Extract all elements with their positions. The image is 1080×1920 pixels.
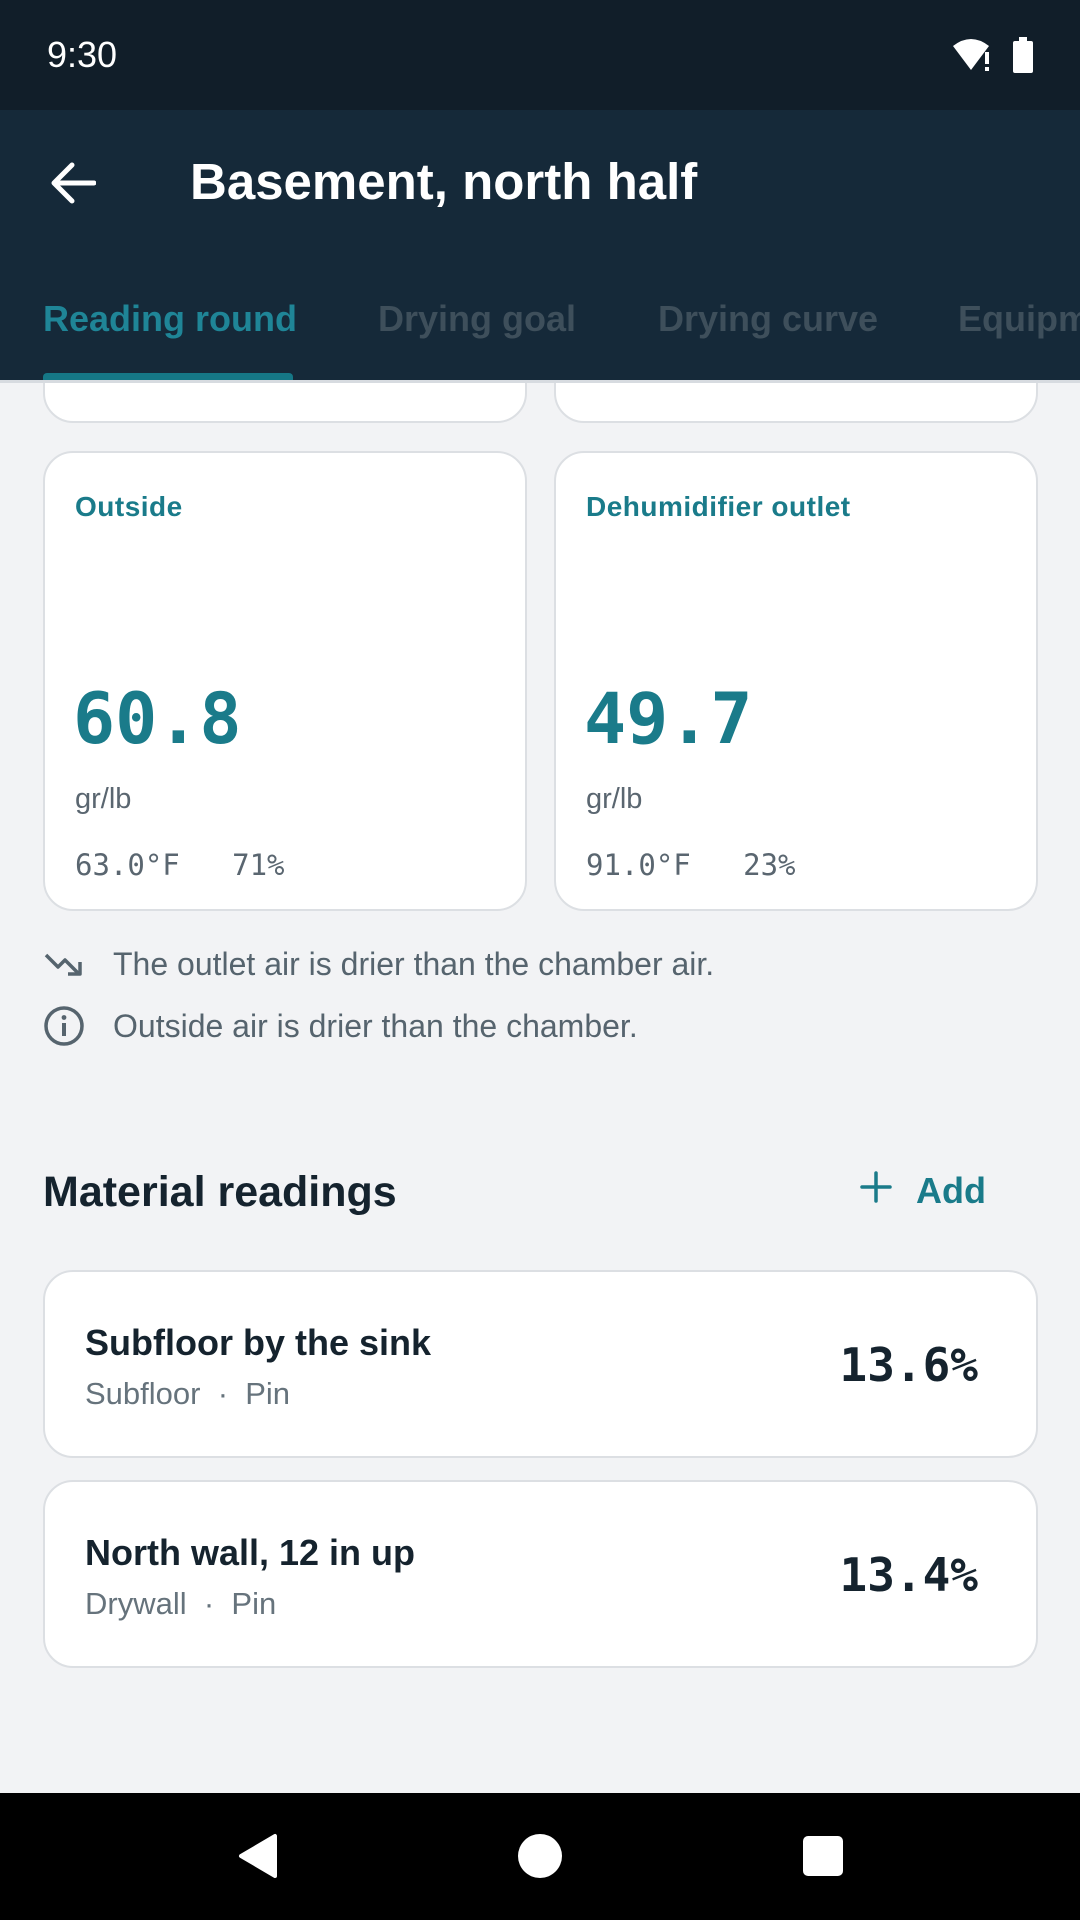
partial-card-right[interactable] (554, 383, 1038, 423)
arrow-left-icon (50, 162, 97, 209)
tab-bar: Reading round Drying goal Drying curve E… (0, 285, 1080, 380)
material-name: North wall, 12 in up (85, 1532, 416, 1573)
moisture-value: 13.4% (839, 1548, 978, 1602)
note-outlet-drier: The outlet air is drier than the chamber… (43, 943, 714, 985)
material-type: Drywall · Pin (85, 1586, 277, 1621)
card-label: Dehumidifier outlet (586, 491, 851, 522)
nav-recents-button[interactable] (788, 1823, 858, 1893)
circle-home-icon (517, 1833, 563, 1884)
plus-icon (860, 1170, 892, 1212)
card-label: Outside (75, 491, 183, 522)
tab-equipment[interactable]: Equipm (958, 285, 1080, 380)
dehumidifier-outlet-card[interactable]: Dehumidifier outlet 49.7 gr/lb 91.0°F 23… (554, 451, 1038, 911)
status-bar: 9:30 (0, 0, 1080, 110)
material-readings-heading: Material readings (43, 1168, 397, 1216)
moisture-value: 13.6% (839, 1338, 978, 1392)
trending-down-icon (43, 943, 85, 985)
nav-back-button[interactable] (222, 1823, 292, 1893)
wifi-alert-icon (952, 37, 994, 78)
screen: 9:30 Basement, north half Reading round … (0, 0, 1080, 1920)
outside-card[interactable]: Outside 60.8 gr/lb 63.0°F 71% (43, 451, 527, 911)
grain-value: 49.7 (584, 678, 753, 760)
grain-unit: gr/lb (586, 783, 643, 815)
page-title: Basement, north half (190, 153, 698, 210)
add-label: Add (916, 1170, 986, 1211)
active-tab-indicator (43, 373, 293, 380)
tab-reading-round[interactable]: Reading round (43, 285, 297, 380)
tab-drying-curve[interactable]: Drying curve (658, 285, 878, 380)
status-icons (952, 37, 1034, 78)
back-button[interactable] (38, 150, 108, 220)
note-text: The outlet air is drier than the chamber… (113, 945, 715, 982)
grain-value: 60.8 (73, 678, 242, 760)
nav-home-button[interactable] (505, 1823, 575, 1893)
content-scroll[interactable]: Outside 60.8 gr/lb 63.0°F 71% Dehumidifi… (0, 383, 1080, 1793)
info-icon (43, 1005, 85, 1047)
triangle-back-icon (235, 1832, 279, 1885)
temp-humidity: 91.0°F 23% (586, 848, 796, 882)
material-reading-row[interactable]: Subfloor by the sink Subfloor · Pin 13.6… (43, 1270, 1038, 1458)
temp-humidity: 63.0°F 71% (75, 848, 285, 882)
system-nav-bar (0, 1793, 1080, 1920)
battery-icon (1012, 37, 1034, 78)
material-type: Subfloor · Pin (85, 1376, 291, 1411)
material-name: Subfloor by the sink (85, 1322, 432, 1363)
note-text: Outside air is drier than the chamber. (113, 1007, 638, 1044)
status-time: 9:30 (47, 34, 118, 75)
partial-card-left[interactable] (43, 383, 527, 423)
add-material-button[interactable]: Add (860, 1161, 986, 1221)
material-reading-row[interactable]: North wall, 12 in up Drywall · Pin 13.4% (43, 1480, 1038, 1668)
app-bar: Basement, north half Reading round Dryin… (0, 110, 1080, 380)
grain-unit: gr/lb (75, 783, 132, 815)
square-recents-icon (802, 1835, 844, 1882)
note-outside-drier: Outside air is drier than the chamber. (43, 1005, 638, 1047)
tab-drying-goal[interactable]: Drying goal (378, 285, 576, 380)
